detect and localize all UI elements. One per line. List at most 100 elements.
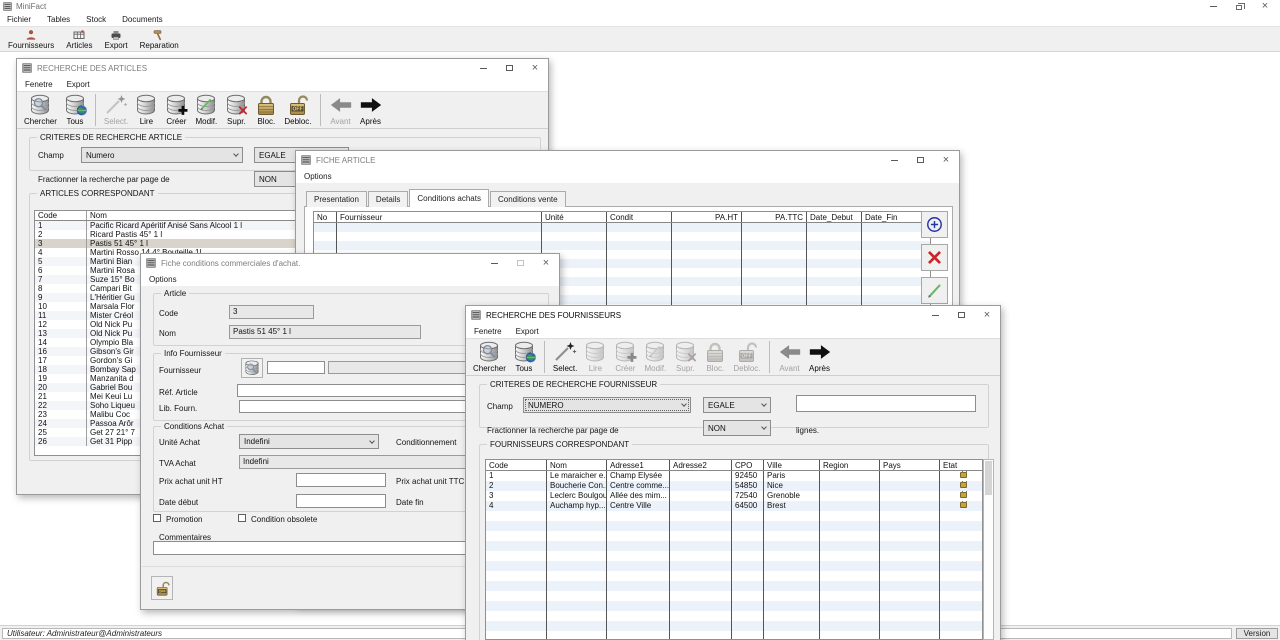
- maximize-button[interactable]: [948, 306, 974, 324]
- fournisseur-row[interactable]: 4Auchamp hyp...Centre Ville64500Brest: [486, 501, 982, 511]
- toolbar-button-chercher[interactable]: Chercher: [470, 339, 509, 375]
- minimize-button[interactable]: [881, 151, 907, 169]
- menu-options[interactable]: Options: [304, 172, 332, 181]
- fraction-select[interactable]: NON: [703, 420, 771, 436]
- toolbar-button-chercher[interactable]: Chercher: [21, 92, 60, 128]
- column-header[interactable]: Nom: [547, 460, 607, 470]
- version-button[interactable]: Version: [1236, 628, 1278, 639]
- champ-select[interactable]: NUMERO: [523, 397, 691, 413]
- column-header[interactable]: Ville: [764, 460, 820, 470]
- toolbar-button-label: Modif.: [195, 117, 217, 126]
- menu-options[interactable]: Options: [149, 275, 177, 284]
- toolbar-button-bloc[interactable]: Bloc.: [251, 92, 281, 128]
- code-field[interactable]: 3: [229, 305, 314, 319]
- menu-fenetre[interactable]: Fenetre: [474, 327, 502, 336]
- column-header[interactable]: Adresse1: [607, 460, 670, 470]
- champ-select[interactable]: Numero: [81, 147, 243, 163]
- menu-documents[interactable]: Documents: [122, 15, 162, 24]
- main-toolbar-articles[interactable]: Articles: [60, 28, 98, 50]
- minimize-button[interactable]: [1200, 0, 1226, 13]
- cell: [742, 286, 807, 295]
- cell: 8: [35, 284, 87, 293]
- toolbar-button-aprs[interactable]: Après: [805, 339, 835, 375]
- prix-ht-input[interactable]: [296, 473, 386, 487]
- toolbar-button-tous[interactable]: Tous: [60, 92, 90, 128]
- chevron-down-icon: [369, 438, 375, 444]
- column-header[interactable]: Adresse2: [670, 460, 732, 470]
- toolbar-button-supr[interactable]: Supr.: [221, 92, 251, 128]
- fournisseur-code-input[interactable]: [267, 361, 325, 374]
- close-button[interactable]: ×: [974, 306, 1000, 324]
- menu-export[interactable]: Export: [516, 327, 539, 336]
- close-button[interactable]: ×: [1252, 0, 1278, 13]
- operator-select[interactable]: EGALE: [703, 397, 771, 413]
- column-header[interactable]: Pays: [880, 460, 940, 470]
- menu-stock[interactable]: Stock: [86, 15, 106, 24]
- toolbar-button-label: Bloc.: [706, 364, 724, 373]
- tab-presentation[interactable]: Presentation: [306, 191, 367, 207]
- column-header[interactable]: Fournisseur: [337, 212, 542, 222]
- search-value-input[interactable]: [796, 395, 976, 412]
- unite-achat-select[interactable]: Indefini: [239, 434, 379, 449]
- column-header[interactable]: Date_Fin: [862, 212, 930, 222]
- main-toolbar-reparation[interactable]: Reparation: [134, 28, 185, 50]
- toolbar-button-debloc[interactable]: Debloc.: [281, 92, 314, 128]
- minimize-button[interactable]: [481, 254, 507, 272]
- tab-conditions-vente[interactable]: Conditions vente: [490, 191, 566, 207]
- column-header[interactable]: Region: [820, 460, 880, 470]
- minimize-button[interactable]: [922, 306, 948, 324]
- delete-x-icon: [925, 248, 944, 267]
- column-header[interactable]: PA.HT: [672, 212, 742, 222]
- menu-fichier[interactable]: Fichier: [7, 15, 31, 24]
- main-toolbar-export[interactable]: Export: [98, 28, 133, 50]
- maximize-button[interactable]: [907, 151, 933, 169]
- fournisseur-row[interactable]: 1Le maraicher e...Champ Elysée92450Paris: [486, 471, 982, 481]
- column-header[interactable]: No: [314, 212, 337, 222]
- main-toolbar-fournisseurs[interactable]: Fournisseurs: [2, 28, 60, 50]
- close-button[interactable]: ×: [933, 151, 959, 169]
- edit-row-button[interactable]: [921, 277, 948, 304]
- close-button[interactable]: ×: [533, 254, 559, 272]
- menu-export[interactable]: Export: [67, 80, 90, 89]
- nom-field[interactable]: Pastis 51 45° 1 l: [229, 325, 421, 339]
- toolbar-button-aprs[interactable]: Après: [356, 92, 386, 128]
- add-row-button[interactable]: [921, 211, 948, 238]
- column-header[interactable]: Etat: [940, 460, 982, 470]
- promotion-checkbox[interactable]: [153, 514, 161, 522]
- toolbar-button-tous[interactable]: Tous: [509, 339, 539, 375]
- condition-obsolete-checkbox[interactable]: [238, 514, 246, 522]
- fournisseur-row[interactable]: 2Boucherie Con...Centre comme...54850Nic…: [486, 481, 982, 491]
- toolbar-button-select[interactable]: Select.: [550, 339, 580, 375]
- menu-tables[interactable]: Tables: [47, 15, 70, 24]
- date-debut-input[interactable]: [296, 494, 386, 508]
- column-header[interactable]: Unité: [542, 212, 607, 222]
- close-button[interactable]: ×: [522, 59, 548, 77]
- toolbar-button-crer[interactable]: Créer: [161, 92, 191, 128]
- fournisseurs-window-title: RECHERCHE DES FOURNISSEURS: [486, 311, 621, 320]
- unlock-button[interactable]: [151, 576, 173, 600]
- tab-details[interactable]: Details: [368, 191, 408, 207]
- column-header[interactable]: Date_Debut: [807, 212, 862, 222]
- column-header[interactable]: Condit: [607, 212, 672, 222]
- cell: [807, 232, 862, 241]
- column-header[interactable]: CPO: [732, 460, 764, 470]
- column-header[interactable]: Code: [486, 460, 547, 470]
- menu-fenetre[interactable]: Fenetre: [25, 80, 53, 89]
- toolbar-button-lire[interactable]: Lire: [131, 92, 161, 128]
- column-header-code[interactable]: Code: [35, 211, 87, 220]
- cell: [940, 521, 982, 531]
- delete-row-button[interactable]: [921, 244, 948, 271]
- fournisseur-lookup-button[interactable]: [241, 358, 263, 378]
- fournisseurs-toolbar: ChercherTousSelect.LireCréerModif.Supr.B…: [466, 338, 1000, 376]
- restore-button[interactable]: [1226, 0, 1252, 13]
- restore-icon: [1236, 5, 1242, 10]
- tab-conditions-achats[interactable]: Conditions achats: [409, 189, 489, 207]
- minimize-button[interactable]: [470, 59, 496, 77]
- cell: 22: [35, 401, 87, 410]
- toolbar-button-modif[interactable]: Modif.: [191, 92, 221, 128]
- column-header[interactable]: PA.TTC: [742, 212, 807, 222]
- cell: [940, 511, 982, 521]
- fournisseur-row[interactable]: 3Leclerc BoulgourAllée des mim...72540Gr…: [486, 491, 982, 501]
- maximize-button[interactable]: [496, 59, 522, 77]
- results-scrollbar[interactable]: [983, 459, 994, 640]
